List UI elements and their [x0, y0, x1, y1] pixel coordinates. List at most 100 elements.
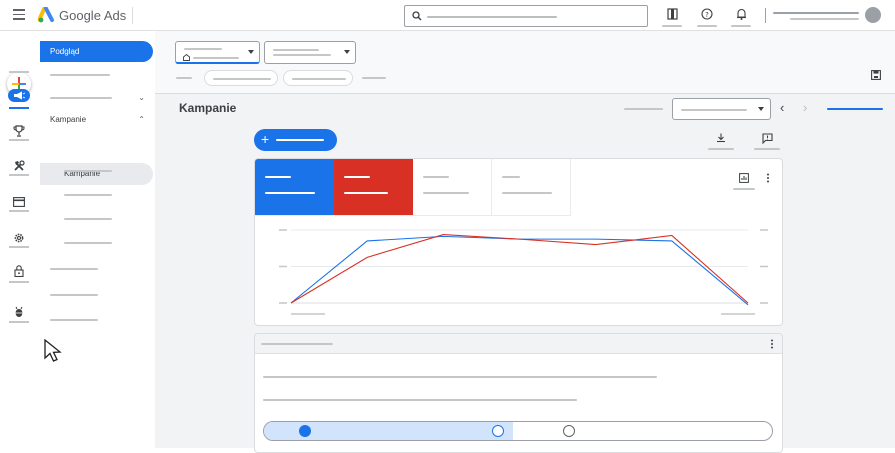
top-app-bar: Google Ads ?: [0, 0, 895, 31]
nav-group-campaigns-label: Kampanie: [50, 115, 87, 124]
dropdown-arrow-icon: [758, 107, 764, 111]
nav-item-ads[interactable]: [38, 185, 155, 205]
series-line-2: [290, 234, 749, 304]
filter-chip[interactable]: [283, 70, 353, 86]
nav-item-locations[interactable]: [38, 285, 155, 305]
lock-icon: [14, 265, 24, 277]
settings-gear-icon: [14, 233, 24, 243]
svg-text:?: ?: [705, 11, 709, 19]
chevron-right-icon[interactable]: ›: [803, 100, 807, 115]
filter-chip[interactable]: [204, 70, 278, 86]
nav-item-assets[interactable]: [38, 209, 155, 229]
help-label: [697, 25, 717, 27]
account-scope-select[interactable]: [175, 41, 260, 64]
rail-create-label: [9, 71, 29, 73]
page-title: Kampanie: [179, 101, 237, 115]
mouse-pointer-icon: [44, 339, 62, 362]
campaigns-table-card: [254, 333, 783, 453]
nav-item-change-history[interactable]: [38, 310, 155, 330]
brand-name: Google Ads: [59, 8, 127, 23]
save-icon: [871, 70, 881, 80]
metric-tile-clicks[interactable]: [255, 159, 334, 215]
billing-card-icon: [13, 197, 25, 207]
rail-goals-label: [9, 139, 29, 141]
home-icon: [183, 54, 190, 61]
line-chart: [279, 229, 768, 315]
nav-item-ad-groups[interactable]: [38, 161, 155, 181]
rail-item-campaigns[interactable]: [8, 89, 30, 102]
new-campaign-button[interactable]: +: [254, 129, 337, 151]
chart-icon: [739, 173, 749, 183]
notifications-icon: [736, 8, 746, 20]
help-button[interactable]: ?: [697, 6, 717, 27]
bug-icon: [15, 306, 23, 317]
metric-tile-impressions[interactable]: [334, 159, 413, 215]
plus-icon: +: [261, 131, 270, 147]
chart-type-button[interactable]: [733, 168, 755, 190]
series-line-1: [290, 235, 749, 306]
search-icon: [412, 11, 422, 21]
slider-knob[interactable]: [298, 425, 311, 437]
header-separator: [765, 8, 766, 23]
more-vert-icon: [767, 173, 769, 183]
menu-icon[interactable]: [13, 9, 25, 21]
toolbar-divider: [155, 93, 895, 94]
megaphone-icon: [14, 91, 25, 100]
rail-billing-label: [9, 210, 29, 212]
download-icon: [717, 133, 725, 143]
rail-item-goals[interactable]: [7, 121, 31, 141]
rail-security-label: [9, 281, 29, 283]
header-divider: [132, 7, 133, 24]
rail-item-troubleshoot[interactable]: [7, 302, 31, 322]
rail-troubleshoot-label: [9, 321, 29, 323]
chevron-up-icon: ⌃: [138, 115, 145, 124]
feedback-icon: [761, 132, 773, 144]
tools-icon: [14, 160, 25, 171]
search-placeholder: [427, 16, 557, 18]
avatar[interactable]: [865, 7, 881, 23]
left-rail: [0, 31, 38, 448]
slider-knob[interactable]: [491, 425, 504, 437]
goals-button[interactable]: [662, 6, 682, 27]
rail-item-security[interactable]: [7, 261, 31, 281]
save-view-button[interactable]: [865, 65, 887, 85]
rail-campaigns-label: [9, 107, 29, 109]
rail-tools-label: [9, 174, 29, 176]
performance-chart-card: [254, 158, 783, 326]
rail-admin-label: [9, 246, 29, 248]
notifications-button[interactable]: [731, 6, 751, 27]
more-vert-icon[interactable]: [770, 339, 774, 349]
chevron-left-icon[interactable]: ‹: [780, 100, 784, 115]
metric-tile-cpc[interactable]: [413, 159, 492, 215]
nav-group-campaigns[interactable]: Kampanie ⌃: [38, 110, 155, 130]
dropdown-arrow-icon: [344, 50, 350, 54]
slider-knob[interactable]: [562, 425, 575, 437]
goals-icon: [666, 8, 678, 20]
nav-item-audiences[interactable]: [38, 259, 155, 279]
campaign-filter-select[interactable]: [264, 41, 356, 64]
help-icon: ?: [701, 8, 713, 20]
download-button[interactable]: [708, 128, 734, 150]
chart-more-button[interactable]: [757, 168, 779, 188]
search-input[interactable]: [404, 5, 648, 27]
progress-slider[interactable]: [263, 421, 773, 441]
dropdown-arrow-icon: [248, 50, 254, 54]
table-header: [255, 334, 782, 354]
nav-item-keywords[interactable]: [38, 233, 155, 253]
goals-label: [662, 25, 682, 27]
nav-item-insights[interactable]: ⌄: [38, 88, 155, 108]
feedback-button[interactable]: [754, 128, 780, 150]
rail-item-tools[interactable]: [7, 156, 31, 176]
trophy-icon: [13, 125, 25, 137]
metric-tile-cost[interactable]: [492, 159, 571, 215]
chevron-down-icon: ⌄: [138, 93, 145, 102]
rail-item-admin[interactable]: [7, 228, 31, 248]
main-content: Kampanie ‹ › +: [155, 31, 895, 453]
date-range-select[interactable]: [672, 98, 771, 120]
nav-item-recommendations[interactable]: [38, 65, 155, 85]
navigation-panel: Podgląd ⌄ Kampanie ⌃ Kampanie: [38, 31, 155, 448]
notifications-label: [731, 25, 751, 27]
rail-item-billing[interactable]: [7, 192, 31, 212]
google-ads-logo: [38, 7, 54, 23]
nav-item-overview[interactable]: Podgląd: [40, 41, 153, 62]
